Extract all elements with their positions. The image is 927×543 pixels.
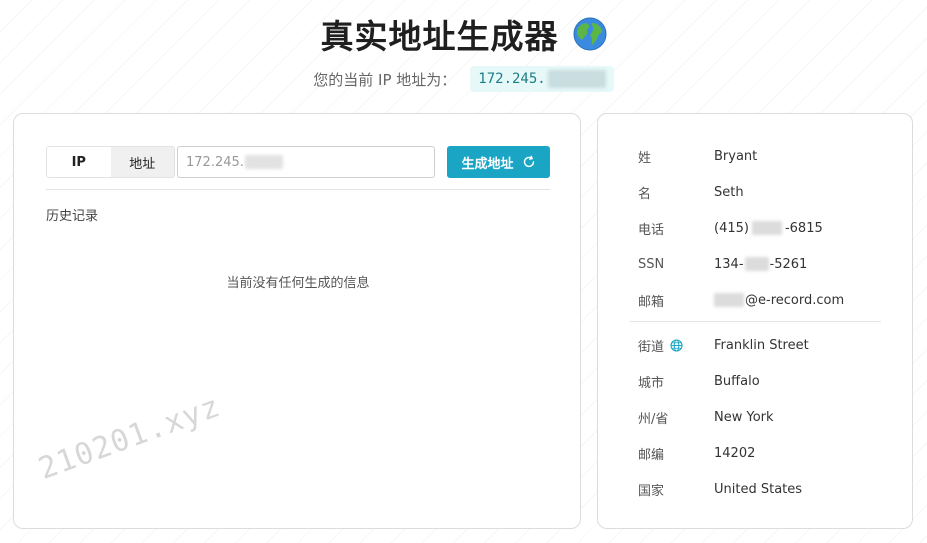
info-row-email: 邮箱 @e-record.com bbox=[638, 290, 898, 310]
ssn-prefix: 134- bbox=[714, 256, 744, 272]
mode-toggle: IP 地址 bbox=[46, 146, 175, 178]
info-row-phone: 电话 (415) -6815 bbox=[638, 218, 898, 238]
globe-link-icon[interactable] bbox=[670, 338, 683, 352]
tab-address[interactable]: 地址 bbox=[110, 147, 174, 177]
last-name-label: 姓 bbox=[638, 150, 652, 166]
state-value[interactable]: New York bbox=[714, 410, 774, 425]
phone-value[interactable]: (415) -6815 bbox=[714, 221, 823, 236]
ip-input-redacted bbox=[244, 155, 283, 169]
address-info-card: 姓 Bryant 名 Seth 电话 (415) -6815 SSN 134- … bbox=[597, 113, 913, 529]
generate-address-button[interactable]: 生成地址 bbox=[447, 146, 550, 178]
city-label: 城市 bbox=[638, 375, 665, 391]
email-label: 邮箱 bbox=[638, 294, 665, 310]
current-ip-label: 您的当前 IP 地址为： bbox=[313, 70, 457, 89]
info-divider bbox=[630, 321, 881, 322]
ip-input-value: 172.245. bbox=[186, 154, 244, 170]
email-value[interactable]: @e-record.com bbox=[714, 293, 844, 308]
current-ip-value: 172.245. bbox=[478, 71, 546, 87]
info-row-ssn: SSN 134- -5261 bbox=[638, 254, 898, 274]
zip-value[interactable]: 14202 bbox=[714, 446, 755, 461]
ssn-suffix: -5261 bbox=[769, 256, 808, 272]
form-divider bbox=[46, 189, 550, 190]
street-label-wrap: 街道 bbox=[638, 336, 714, 355]
phone-suffix: -6815 bbox=[784, 220, 823, 236]
ip-redacted bbox=[547, 70, 606, 88]
email-redacted bbox=[714, 293, 744, 307]
info-row-street: 街道 Franklin Street bbox=[638, 335, 898, 355]
phone-prefix: (415) bbox=[714, 220, 749, 236]
country-label: 国家 bbox=[638, 483, 665, 499]
watermark: 210201.xyz bbox=[34, 388, 226, 487]
first-name-value[interactable]: Seth bbox=[714, 185, 744, 200]
info-row-first-name: 名 Seth bbox=[638, 182, 898, 202]
last-name-value[interactable]: Bryant bbox=[714, 149, 757, 164]
refresh-icon bbox=[523, 155, 534, 168]
street-value[interactable]: Franklin Street bbox=[714, 338, 809, 353]
country-value[interactable]: United States bbox=[714, 482, 802, 497]
globe-icon bbox=[573, 17, 606, 51]
info-row-last-name: 姓 Bryant bbox=[638, 146, 898, 166]
first-name-label: 名 bbox=[638, 186, 652, 202]
state-label: 州/省 bbox=[638, 411, 669, 427]
page-title: 真实地址生成器 bbox=[320, 17, 559, 56]
title-row: 真实地址生成器 bbox=[0, 10, 927, 58]
info-row-state: 州/省 New York bbox=[638, 407, 898, 427]
generator-card: IP 地址 172.245. 生成地址 历史记录 当前没有任何生成的信息 210… bbox=[13, 113, 581, 529]
zip-label: 邮编 bbox=[638, 447, 665, 463]
city-value[interactable]: Buffalo bbox=[714, 374, 760, 389]
ip-input[interactable]: 172.245. bbox=[177, 146, 435, 178]
info-row-country: 国家 United States bbox=[638, 479, 898, 499]
phone-label: 电话 bbox=[638, 222, 665, 238]
ssn-label: SSN bbox=[638, 256, 665, 272]
current-ip-chip: 172.245. bbox=[470, 66, 614, 92]
ssn-redacted bbox=[744, 257, 769, 271]
generate-button-label: 生成地址 bbox=[461, 156, 514, 172]
street-label: 街道 bbox=[638, 339, 665, 355]
email-domain: @e-record.com bbox=[745, 292, 845, 308]
page-header: 真实地址生成器 您的当前 IP 地址为： 172.245. bbox=[0, 0, 927, 110]
info-row-city: 城市 Buffalo bbox=[638, 371, 898, 391]
history-label: 历史记录 bbox=[46, 209, 99, 224]
empty-history-message: 当前没有任何生成的信息 bbox=[226, 276, 370, 291]
phone-redacted bbox=[751, 221, 782, 235]
current-ip-row: 您的当前 IP 地址为： 172.245. bbox=[0, 66, 927, 92]
info-row-zip: 邮编 14202 bbox=[638, 443, 898, 463]
ssn-value[interactable]: 134- -5261 bbox=[714, 257, 807, 272]
tab-ip[interactable]: IP bbox=[47, 147, 111, 177]
